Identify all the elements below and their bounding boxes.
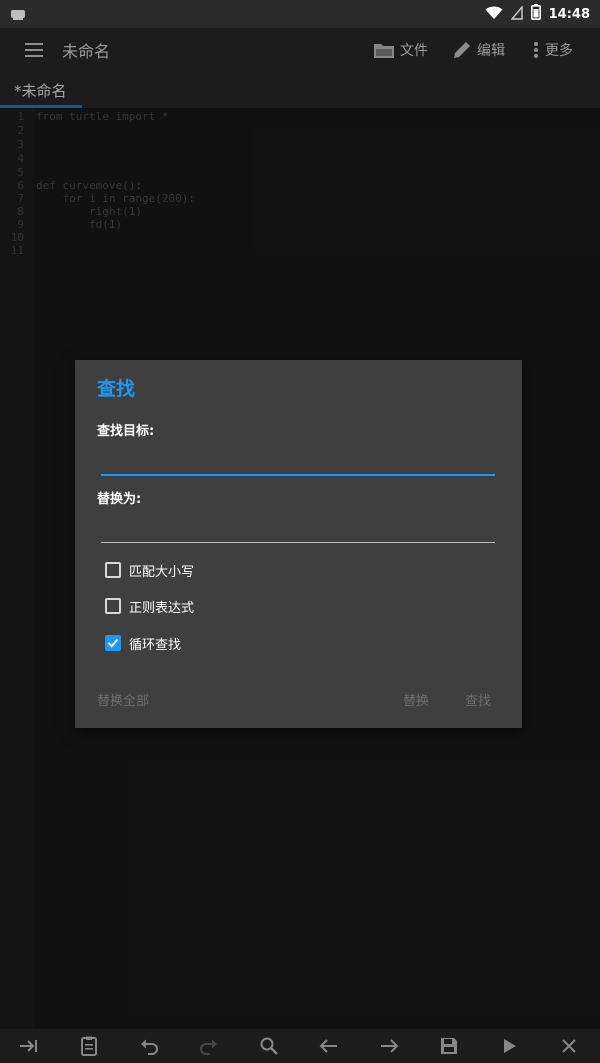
replace-all-button[interactable]: 替换全部 — [97, 690, 149, 709]
replace-with-input[interactable] — [101, 512, 495, 543]
battery-icon — [530, 4, 541, 24]
find-replace-dialog: 查找 查找目标: 替换为: 匹配大小写 正则表达式 循环查找 替换全部 替换 查… — [75, 360, 522, 728]
checkbox-box — [105, 598, 121, 614]
checkmark-icon — [107, 638, 119, 648]
status-right: 14:48 — [485, 4, 590, 24]
notification-icon — [10, 6, 26, 20]
find-target-input[interactable] — [101, 444, 495, 476]
status-time: 14:48 — [548, 6, 590, 22]
find-button[interactable]: 查找 — [465, 690, 491, 709]
dialog-title: 查找 — [97, 378, 136, 400]
replace-button[interactable]: 替换 — [403, 690, 429, 709]
find-target-label: 查找目标: — [97, 424, 155, 439]
match-case-checkbox[interactable]: 匹配大小写 — [105, 560, 194, 580]
checkbox-box-checked — [105, 635, 121, 651]
regex-checkbox[interactable]: 正则表达式 — [105, 596, 194, 616]
match-case-label: 匹配大小写 — [129, 564, 195, 580]
wifi-icon — [485, 5, 503, 24]
replace-with-label: 替换为: — [97, 492, 142, 507]
wrap-around-checkbox[interactable]: 循环查找 — [105, 633, 181, 653]
checkbox-box — [105, 562, 121, 578]
status-bar: 14:48 — [0, 0, 600, 28]
wrap-around-label: 循环查找 — [129, 637, 182, 653]
regex-label: 正则表达式 — [129, 600, 195, 616]
signal-icon — [510, 4, 523, 24]
